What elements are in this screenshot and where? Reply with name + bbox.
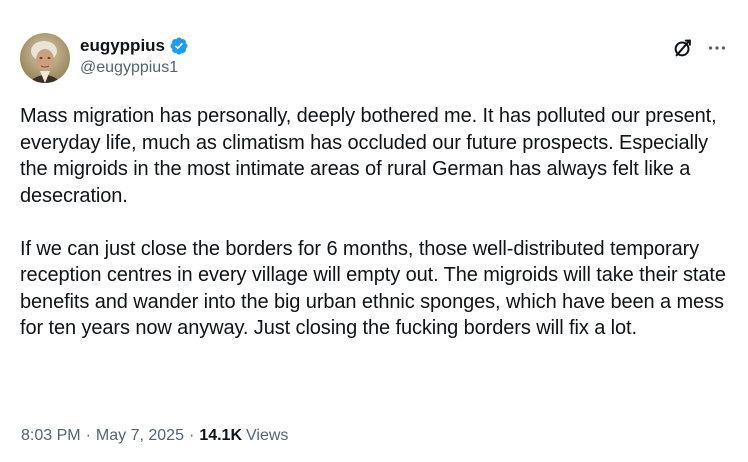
tweet-meta: 8:03 PM · May 7, 2025 · 14.1K Views	[21, 427, 288, 445]
more-options-icon[interactable]	[706, 37, 728, 59]
views-count[interactable]: 14.1K	[199, 427, 242, 445]
avatar[interactable]	[20, 33, 70, 83]
tweet-date[interactable]: May 7, 2025	[96, 427, 184, 445]
author-handle[interactable]: @eugyppius1	[80, 59, 189, 77]
grok-icon[interactable]	[672, 37, 694, 59]
avatar-portrait-icon	[20, 33, 70, 83]
verified-badge-icon[interactable]	[169, 36, 189, 56]
name-row: eugyppius	[80, 35, 189, 57]
tweet-text: Mass migration has personally, deeply bo…	[20, 103, 735, 342]
author-info: eugyppius @eugyppius1	[80, 35, 189, 77]
display-name[interactable]: eugyppius	[80, 36, 165, 56]
tweet-card: eugyppius @eugyppius1 Mass migration has…	[0, 0, 748, 462]
tweet-paragraph: Mass migration has personally, deeply bo…	[20, 105, 717, 207]
meta-separator: ·	[188, 427, 195, 444]
views-label: Views	[246, 427, 289, 444]
header-actions	[672, 37, 728, 59]
tweet-time[interactable]: 8:03 PM	[21, 427, 81, 445]
tweet-header: eugyppius @eugyppius1	[20, 33, 728, 85]
tweet-paragraph: If we can just close the borders for 6 m…	[20, 237, 726, 340]
meta-separator: ·	[85, 427, 91, 444]
